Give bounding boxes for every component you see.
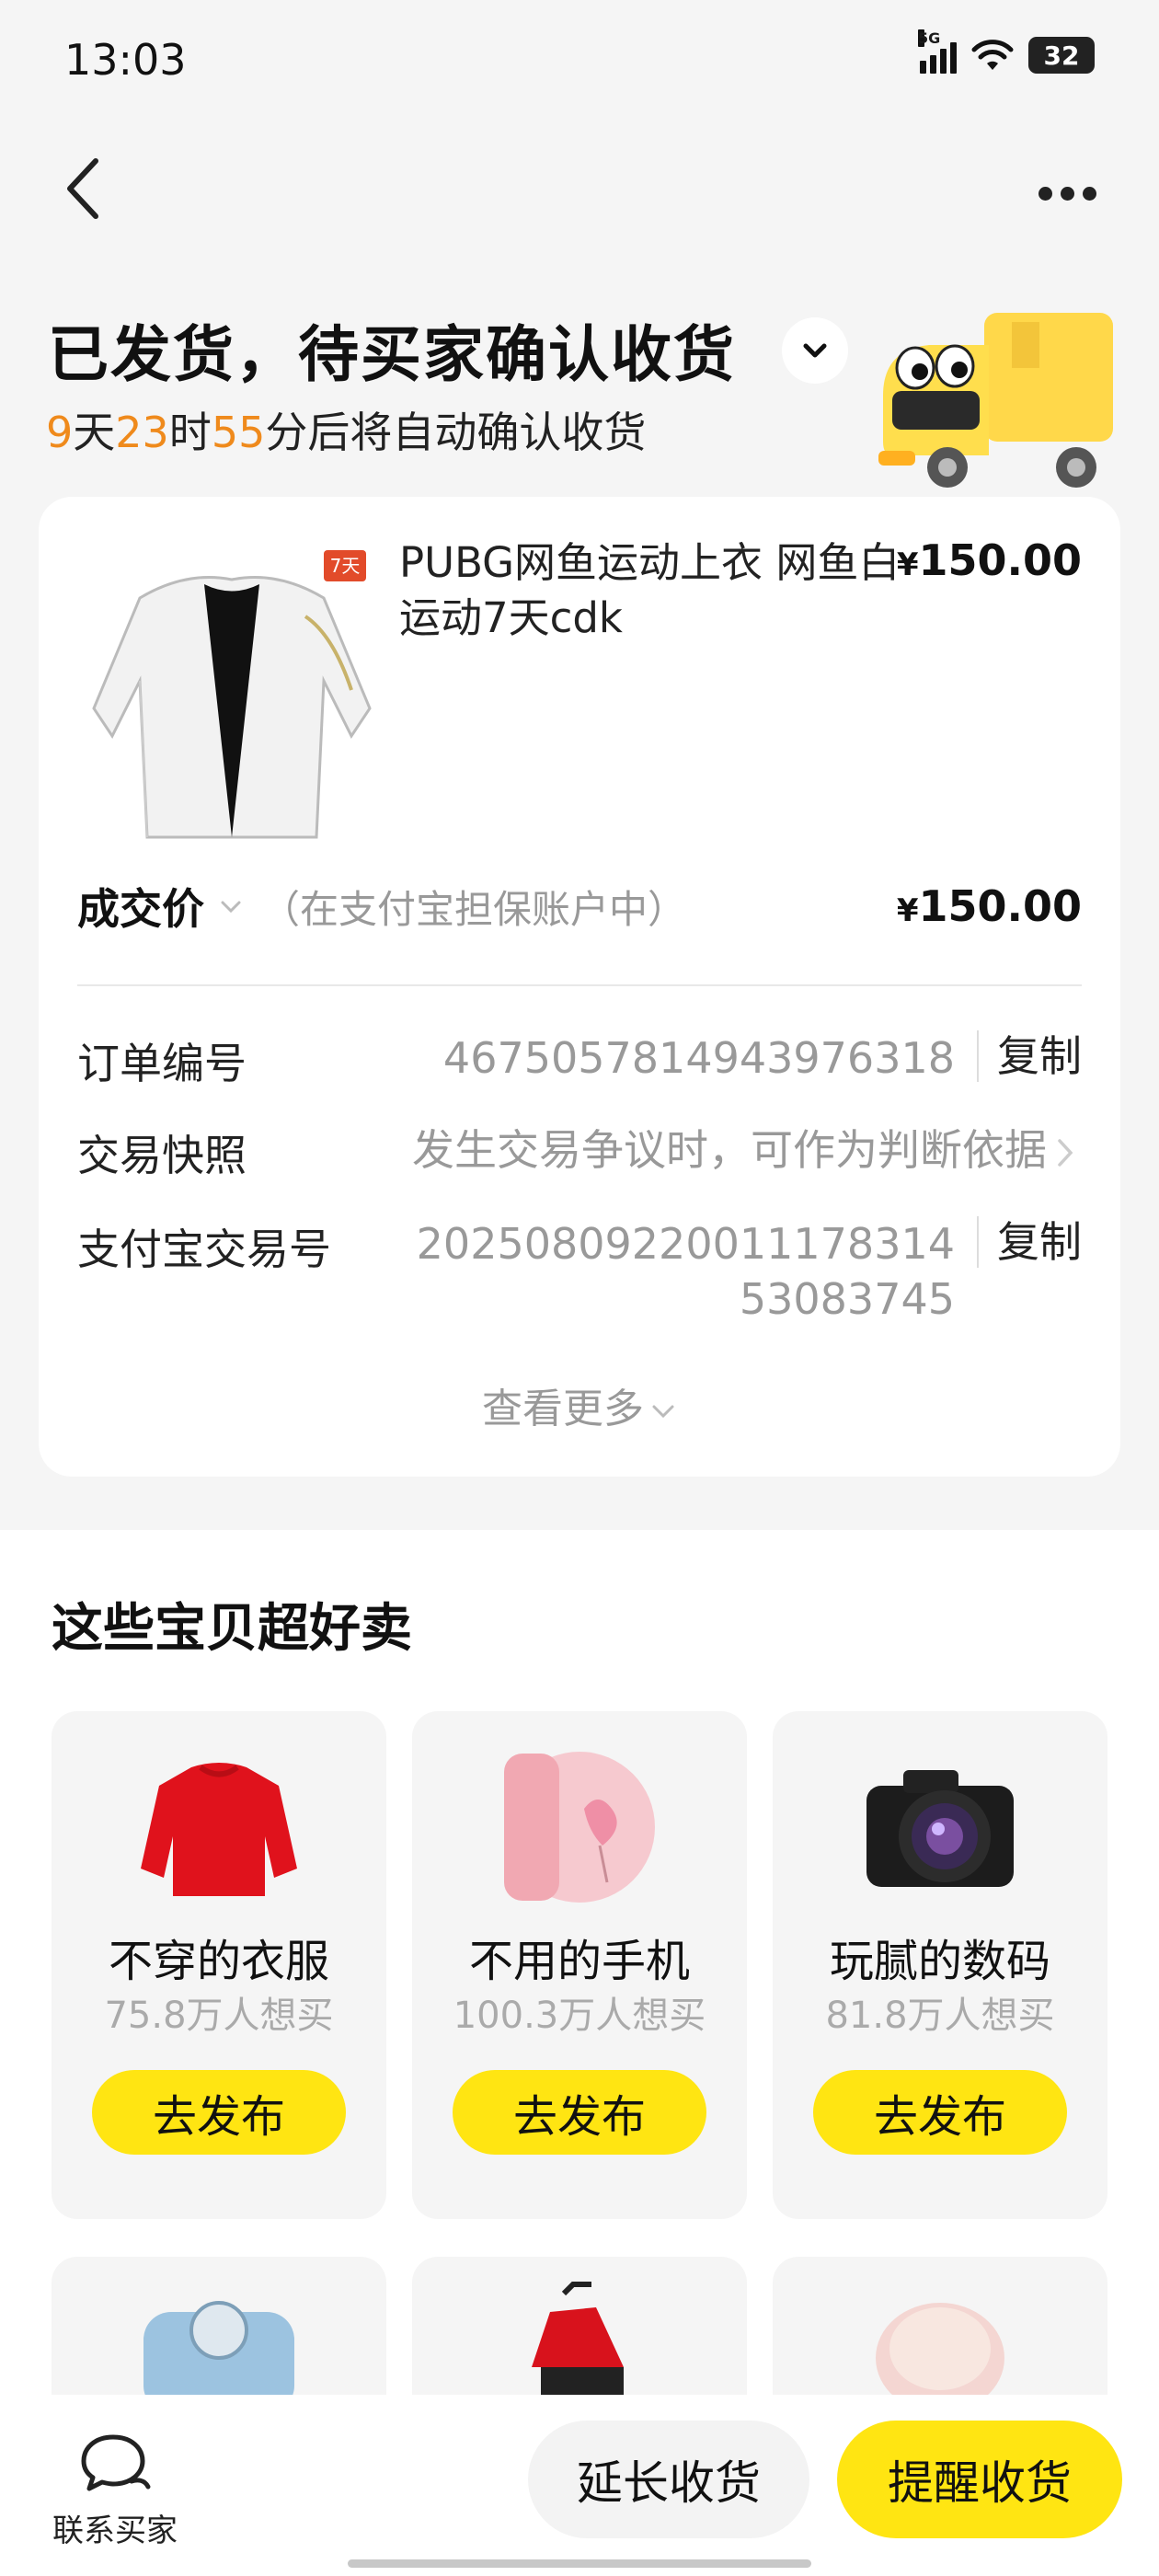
divider: [77, 984, 1082, 986]
alipay-trade-number-line-2: 53083745: [739, 1274, 955, 1324]
red-sweater-image: [141, 1763, 297, 1896]
deal-price-row[interactable]: 成交价 （在支付宝担保账户中） ¥150.00: [77, 874, 1082, 938]
recommend-tile-digital[interactable]: 玩腻的数码 81.8万人想买 去发布: [773, 1711, 1107, 2219]
delivery-truck-illustration: [878, 313, 1113, 488]
armchair-image: [143, 2301, 294, 2404]
bottom-action-bar: 联系买家 延长收货 提醒收货: [0, 2395, 1159, 2576]
more-dot-icon: [1060, 186, 1074, 201]
alipay-trade-number-label: 支付宝交易号: [77, 1225, 331, 1274]
more-options-button[interactable]: [1030, 166, 1104, 221]
recommend-tile-furniture[interactable]: [52, 2257, 386, 2404]
contact-buyer-label: 联系买家: [52, 2513, 178, 2549]
order-status-title: 已发货，待买家确认收货: [48, 319, 736, 390]
see-more-label: 查看更多: [482, 1386, 644, 1432]
currency-symbol: ¥: [896, 546, 919, 583]
scooter-image: [532, 2282, 624, 2395]
countdown-minutes: 55: [211, 408, 266, 457]
cellular-signal-icon: 5G: [918, 29, 957, 74]
contact-buyer-button[interactable]: 联系买家: [46, 2432, 184, 2550]
publish-button[interactable]: 去发布: [813, 2070, 1067, 2155]
tile-count: 81.8万人想买: [825, 1995, 1055, 2037]
order-number-row: 订单编号 4675057814943976318 复制: [77, 1030, 1082, 1091]
battery-icon: 32: [1028, 37, 1095, 74]
recommend-title: 这些宝贝超好卖: [52, 1599, 412, 1659]
home-indicator[interactable]: [348, 2559, 811, 2568]
recommend-tile-phone[interactable]: 不用的手机 100.3万人想买 去发布: [412, 1711, 747, 2219]
deal-price-value: ¥150.00: [897, 881, 1082, 931]
recommend-tile-cosmetics[interactable]: [773, 2257, 1107, 2404]
chevron-down-icon: [803, 343, 827, 358]
trade-snapshot-row[interactable]: 交易快照 发生交易争议时，可作为判断依据: [77, 1122, 1082, 1183]
tile-name: 玩腻的数码: [829, 1936, 1050, 1987]
back-button[interactable]: [55, 152, 110, 225]
publish-button[interactable]: 去发布: [92, 2070, 346, 2155]
status-time: 13:03: [64, 35, 187, 85]
chat-bubble-icon: [81, 2434, 151, 2491]
wifi-icon: [971, 40, 1014, 70]
tile-name: 不穿的衣服: [108, 1936, 329, 1987]
order-card: 7天 PUBG网鱼运动上衣 网鱼白运动7天cdk ¥150.00 成交价 （在支…: [39, 497, 1120, 1477]
copy-order-number-button[interactable]: 复制: [977, 1030, 1082, 1082]
trade-snapshot-hint: 发生交易争议时，可作为判断依据: [412, 1125, 1047, 1175]
order-number-label: 订单编号: [77, 1039, 247, 1088]
pink-phone-image: [504, 1752, 655, 1903]
publish-button[interactable]: 去发布: [453, 2070, 706, 2155]
countdown-days: 9: [46, 408, 74, 457]
copy-alipay-number-button[interactable]: 复制: [977, 1216, 1082, 1268]
tile-count: 75.8万人想买: [104, 1995, 334, 2037]
product-price: ¥150.00: [897, 535, 1082, 585]
cushion-compact-image: [876, 2303, 1004, 2404]
chevron-right-icon: [1056, 1122, 1082, 1183]
countdown-hours: 23: [115, 408, 169, 457]
auto-confirm-countdown: 9天23时55分后将自动确认收货: [46, 399, 646, 460]
escrow-note: （在支付宝担保账户中）: [261, 886, 687, 932]
status-expand-button[interactable]: [782, 317, 848, 384]
product-title[interactable]: PUBG网鱼运动上衣 网鱼白运动7天cdk: [399, 535, 914, 646]
chevron-down-icon: [221, 901, 241, 914]
alipay-trade-number-value: 2025080922001117831​4 53083745: [408, 1216, 955, 1327]
recommend-tile-clothes[interactable]: 不穿的衣服 75.8万人想买 去发布: [52, 1711, 386, 2219]
recommend-tile-scooter[interactable]: [412, 2257, 747, 2404]
alipay-trade-number-row: 支付宝交易号 2025080922001117831​4 53083745 复制: [77, 1216, 1082, 1327]
trade-snapshot-label: 交易快照: [77, 1131, 247, 1180]
extend-receipt-button[interactable]: 延长收货: [528, 2421, 809, 2538]
status-bar: 13:03 5G 32: [0, 0, 1159, 129]
see-more-button[interactable]: 查看更多: [39, 1375, 1120, 1434]
product-badge: 7天: [330, 555, 361, 577]
chevron-down-icon: [652, 1405, 674, 1419]
currency-symbol: ¥: [896, 892, 919, 929]
more-dot-icon: [1038, 186, 1052, 201]
status-icons: 5G 32: [918, 29, 1095, 74]
deal-price-amount: 150.00: [918, 881, 1082, 931]
product-image[interactable]: 7天: [75, 534, 388, 856]
alipay-trade-number-line-1: 2025080922001117831​4: [416, 1219, 955, 1269]
order-number-value: 4675057814943976318: [442, 1033, 955, 1083]
remind-receipt-button[interactable]: 提醒收货: [837, 2421, 1122, 2538]
network-type: 5G: [918, 29, 941, 47]
back-arrow-icon: [67, 158, 98, 219]
tile-name: 不用的手机: [468, 1936, 690, 1987]
deal-price-label: 成交价: [77, 884, 204, 934]
more-dot-icon: [1082, 186, 1096, 201]
price-value: 150.00: [918, 535, 1082, 585]
camera-image: [866, 1770, 1014, 1887]
tile-count: 100.3万人想买: [453, 1995, 706, 2037]
countdown-minutes-unit: 分后将自动确认收货: [265, 408, 647, 457]
countdown-days-unit: 天: [73, 408, 116, 457]
countdown-hours-unit: 时: [168, 408, 212, 457]
